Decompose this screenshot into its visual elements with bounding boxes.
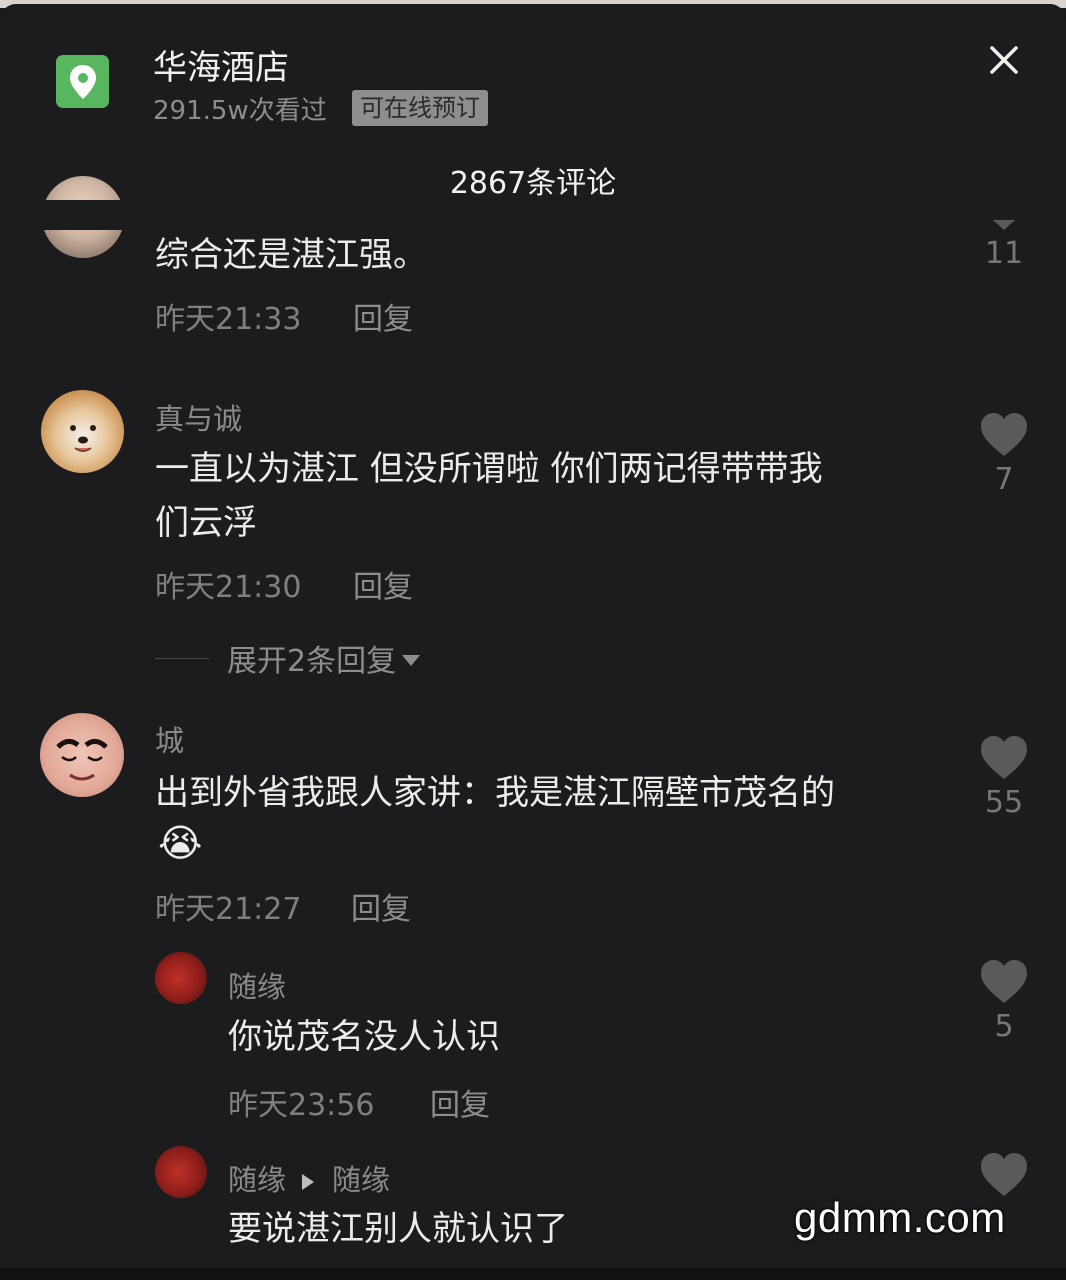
like-button[interactable]: 7 <box>974 412 1034 497</box>
reply-text: 要说湛江别人就认识了 <box>228 1209 568 1249</box>
scroll-mask <box>0 200 1066 230</box>
reply-button[interactable]: 回复 <box>351 884 411 928</box>
like-button[interactable]: 5 <box>974 959 1034 1044</box>
location-pin-icon <box>69 64 96 99</box>
like-count: 5 <box>994 1009 1014 1044</box>
comment-time: 昨天21:27 <box>155 892 302 927</box>
location-badge[interactable] <box>56 55 109 108</box>
reply-button[interactable]: 回复 <box>430 1080 490 1124</box>
close-button[interactable] <box>984 40 1024 80</box>
close-icon <box>990 46 1018 74</box>
like-button[interactable]: 11 <box>974 218 1034 271</box>
heart-icon <box>981 413 1027 456</box>
comment-time: 昨天21:33 <box>155 302 302 337</box>
like-count: 11 <box>984 236 1024 271</box>
heart-icon <box>981 1153 1027 1196</box>
expand-replies-label: 展开2条回复 <box>227 644 397 679</box>
view-count: 291.5w次看过 <box>153 96 327 126</box>
comment-emoji: 😭 <box>158 821 203 865</box>
comment-count-title: 2867条评论 <box>449 166 617 201</box>
comment-text: 们云浮 <box>155 503 257 543</box>
username[interactable]: 城 <box>155 718 184 760</box>
comment-text: 一直以为湛江 但没所谓啦 你们两记得带带我 <box>155 449 823 489</box>
avatar[interactable] <box>155 952 207 1004</box>
heart-icon <box>993 220 1015 230</box>
bottom-bar <box>0 1268 1066 1280</box>
reply-text: 你说茂名没人认识 <box>228 1017 500 1057</box>
username[interactable]: 随缘 <box>228 964 286 1006</box>
caret-down-icon <box>402 654 421 666</box>
dog-face-icon <box>70 425 96 452</box>
heart-icon <box>981 960 1027 1003</box>
avatar[interactable] <box>40 713 124 797</box>
comment-time: 昨天21:30 <box>155 570 302 605</box>
avatar[interactable] <box>155 1146 207 1198</box>
comment-text: 综合还是湛江强。 <box>155 235 427 275</box>
username[interactable]: 随缘 <box>228 1163 286 1197</box>
like-button[interactable] <box>974 1152 1034 1198</box>
username[interactable]: 真与诚 <box>155 396 242 438</box>
cartoon-face-icon <box>56 739 108 781</box>
avatar[interactable] <box>41 390 124 473</box>
reply-to-username[interactable]: 随缘 <box>332 1163 390 1197</box>
reply-button[interactable]: 回复 <box>353 294 413 338</box>
comment-text: 出到外省我跟人家讲：我是湛江隔壁市茂名的 <box>155 773 835 813</box>
reply-button[interactable]: 回复 <box>353 562 413 606</box>
heart-icon <box>981 736 1027 779</box>
like-count: 55 <box>984 785 1024 820</box>
expand-replies[interactable]: 展开2条回复 <box>155 636 421 680</box>
reply-time: 昨天23:56 <box>228 1088 375 1123</box>
watermark: gdmm.com <box>794 1194 1006 1241</box>
hotel-name[interactable]: 华海酒店 <box>153 40 289 89</box>
booking-tag[interactable]: 可在线预订 <box>352 90 488 126</box>
like-count: 7 <box>994 462 1014 497</box>
like-button[interactable]: 55 <box>974 735 1034 820</box>
comments-sheet: 华海酒店 291.5w次看过 可在线预订 2867条评论 综合还是湛江强。 昨天… <box>0 4 1066 1280</box>
reply-arrow-icon <box>302 1174 315 1190</box>
divider-line <box>155 657 209 659</box>
reply-header: 随缘 随缘 <box>228 1157 390 1199</box>
